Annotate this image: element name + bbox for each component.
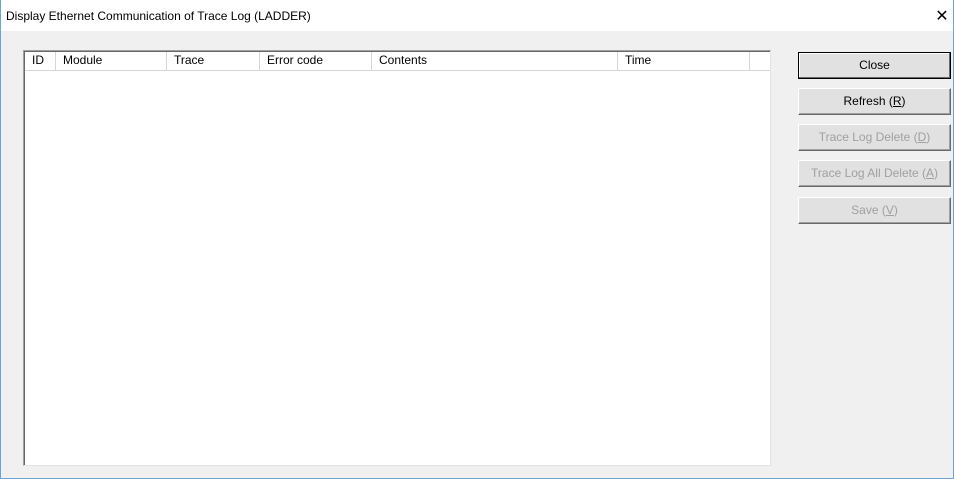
trace-log-list-body: ID Module Trace Error code Contents Time	[24, 51, 770, 465]
close-button[interactable]: Close	[798, 52, 951, 79]
title-bar: Display Ethernet Communication of Trace …	[1, 0, 953, 31]
trace-log-delete-button[interactable]: Trace Log Delete (D)	[798, 124, 951, 151]
column-header-module[interactable]: Module	[56, 52, 167, 71]
refresh-label-prefix: Refresh (	[843, 94, 893, 108]
close-icon[interactable]: ✕	[933, 7, 951, 25]
trace-log-list[interactable]: ID Module Trace Error code Contents Time	[23, 50, 771, 466]
window-title: Display Ethernet Communication of Trace …	[6, 9, 311, 23]
save-button[interactable]: Save (V)	[798, 197, 951, 224]
trace-log-all-delete-label-suffix: )	[933, 166, 938, 180]
column-header-time[interactable]: Time	[618, 52, 750, 71]
trace-log-dialog: Display Ethernet Communication of Trace …	[0, 0, 954, 479]
column-header-id[interactable]: ID	[25, 52, 56, 71]
trace-log-delete-label-suffix: )	[926, 130, 931, 144]
trace-log-all-delete-button[interactable]: Trace Log All Delete (A)	[798, 160, 951, 187]
column-header-error-code[interactable]: Error code	[260, 52, 372, 71]
trace-log-delete-label-prefix: Trace Log Delete (	[818, 130, 918, 144]
column-header-contents[interactable]: Contents	[372, 52, 618, 71]
save-label-prefix: Save (	[851, 203, 886, 217]
refresh-label-suffix: )	[901, 94, 906, 108]
save-mnemonic: V	[885, 203, 894, 217]
trace-log-all-delete-mnemonic: A	[925, 166, 934, 180]
trace-log-delete-mnemonic: D	[917, 130, 927, 144]
trace-log-all-delete-label-prefix: Trace Log All Delete (	[811, 166, 926, 180]
column-header-filler	[750, 52, 770, 71]
list-header: ID Module Trace Error code Contents Time	[25, 52, 770, 71]
refresh-mnemonic: R	[892, 94, 902, 108]
refresh-button[interactable]: Refresh (R)	[798, 88, 951, 115]
save-label-suffix: )	[893, 203, 898, 217]
column-header-trace[interactable]: Trace	[167, 52, 260, 71]
